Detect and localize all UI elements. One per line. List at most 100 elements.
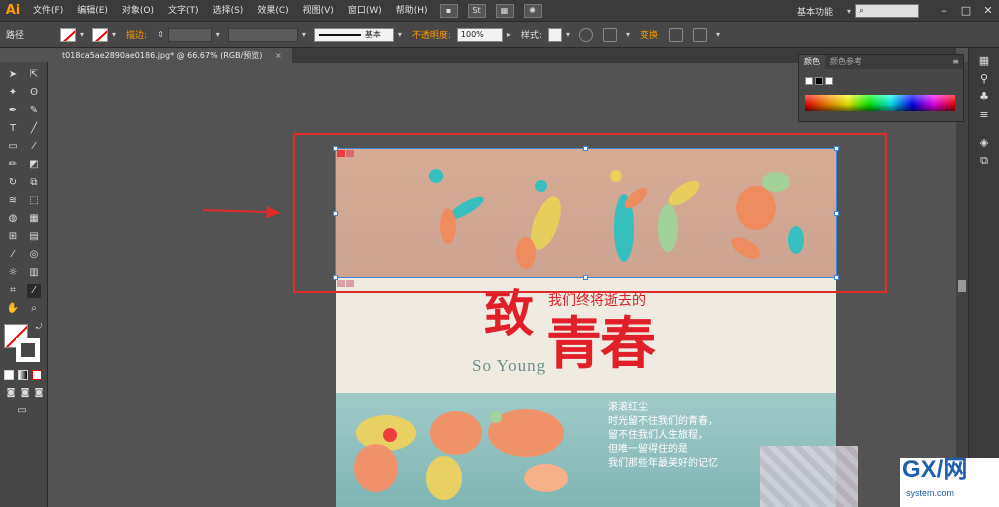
slice-tool-icon[interactable]: ⁄ [27,284,41,298]
column-graph-tool-icon[interactable]: ▥ [27,266,41,280]
chevron-down-icon[interactable]: ▾ [80,30,84,39]
stroke-swatch[interactable] [92,27,109,42]
style-swatch[interactable] [547,27,562,42]
transform-label[interactable]: 变换 [640,28,658,41]
fill-swatch[interactable] [60,27,77,42]
rectangle-tool-icon[interactable]: ▭ [6,140,20,154]
tab-color-guide[interactable]: 颜色参考 [825,55,867,69]
color-spectrum[interactable] [805,95,955,111]
zoom-tool-icon[interactable]: ⌕ [27,302,41,316]
pencil-tool-icon[interactable]: ✏ [6,158,20,172]
stroke-color-box[interactable] [16,338,40,362]
perspective-grid-tool-icon[interactable]: ▦ [27,212,41,226]
width-tool-icon[interactable]: ≋ [6,194,20,208]
rotate-tool-icon[interactable]: ↻ [6,176,20,190]
gpu-performance-icon[interactable]: ✺ [523,3,542,18]
stroke-preview [318,33,361,36]
isolate-icon[interactable] [669,27,683,42]
color-mode-icon[interactable] [4,370,14,380]
eraser-tool-icon[interactable]: ◩ [27,158,41,172]
variable-width-field[interactable] [227,27,298,42]
curvature-tool-icon[interactable]: ✎ [27,104,41,118]
menu-object[interactable]: 对象(O) [115,0,161,22]
document-tab[interactable]: t018ca5ae2890ae0186.jpg* @ 66.67% (RGB/预… [52,48,292,63]
artboard-tool-icon[interactable]: ⌗ [6,284,20,298]
chevron-down-icon[interactable]: ▾ [398,30,402,39]
stroke-label[interactable]: 描边: [126,28,147,41]
hand-tool-icon[interactable]: ✋ [6,302,20,316]
chevron-down-icon[interactable]: ▾ [847,7,851,16]
menu-type[interactable]: 文字(T) [161,0,206,22]
vertical-scrollbar[interactable] [956,62,968,507]
opacity-field[interactable]: 100% [456,27,503,42]
scale-tool-icon[interactable]: ⧉ [27,176,41,190]
stepper-icon[interactable]: ⇕ [157,30,164,39]
minimize-button[interactable]: – [933,0,955,22]
arrange-icon[interactable] [693,27,707,42]
close-button[interactable]: ✕ [977,0,999,22]
chevron-down-icon[interactable]: ▾ [112,30,116,39]
draw-normal-icon[interactable]: ◙ [4,386,18,400]
chevron-right-icon[interactable]: ▸ [507,30,511,39]
none-mode-icon[interactable] [32,370,42,380]
bridge-icon[interactable]: ▪ [439,3,458,18]
align-icon[interactable] [602,27,617,42]
menu-edit[interactable]: 编辑(E) [70,0,115,22]
symbols-panel-icon[interactable]: ♣ [977,90,991,104]
white-swatch[interactable] [825,77,833,85]
chevron-down-icon[interactable]: ▾ [716,30,720,39]
shape-builder-tool-icon[interactable]: ◍ [6,212,20,226]
menu-help[interactable]: 帮助(H) [389,0,435,22]
none-swatch[interactable] [805,77,813,85]
draw-inside-icon[interactable]: ◙ [32,386,46,400]
opacity-label[interactable]: 不透明度: [412,28,451,41]
stroke-weight-field[interactable] [167,27,212,42]
brushes-panel-icon[interactable]: ⚲ [977,72,991,86]
artboards-panel-icon[interactable]: ⧉ [977,154,991,168]
gradient-tool-icon[interactable]: ▤ [27,230,41,244]
pen-tool-icon[interactable]: ✒ [6,104,20,118]
maximize-button[interactable]: □ [955,0,977,22]
screen-mode-icon[interactable]: ▭ [15,404,29,418]
black-swatch[interactable] [815,77,823,85]
scroll-thumb[interactable] [958,280,966,292]
chevron-down-icon[interactable]: ▾ [302,30,306,39]
recolor-artwork-icon[interactable] [578,27,593,42]
arrange-documents-icon[interactable]: ▦ [495,3,514,18]
type-tool-icon[interactable]: T [6,122,20,136]
line-tool-icon[interactable]: ╱ [27,122,41,136]
panel-menu-icon[interactable]: ≡ [952,57,959,66]
stock-icon[interactable]: St [467,3,486,18]
symbol-sprayer-tool-icon[interactable]: ☼ [6,266,20,280]
mesh-tool-icon[interactable]: ⊞ [6,230,20,244]
swap-colors-icon[interactable]: ⤾ [32,320,46,334]
menu-effect[interactable]: 效果(C) [250,0,295,22]
tab-color[interactable]: 颜色 [799,55,825,69]
stroke-panel-icon[interactable]: ≡ [977,108,991,122]
title-area[interactable]: 我们终将逝去的 致 青春 So Young [336,278,836,393]
magic-wand-tool-icon[interactable]: ✦ [6,86,20,100]
blend-tool-icon[interactable]: ◎ [27,248,41,262]
direct-selection-tool-icon[interactable]: ⇱ [27,68,41,82]
menu-window[interactable]: 窗口(W) [341,0,389,22]
menu-view[interactable]: 视图(V) [296,0,341,22]
draw-behind-icon[interactable]: ◙ [18,386,32,400]
selection-tool-icon[interactable]: ➤ [6,68,20,82]
layers-panel-icon[interactable]: ◈ [977,136,991,150]
paintbrush-tool-icon[interactable]: ⁄ [27,140,41,154]
free-transform-tool-icon[interactable]: ⬚ [27,194,41,208]
brush-definition-select[interactable]: 基本 [313,27,394,42]
menu-select[interactable]: 选择(S) [206,0,251,22]
gradient-mode-icon[interactable] [18,370,28,380]
poem-line: 留不住我们人生旅程， [608,430,708,441]
chevron-down-icon[interactable]: ▾ [566,30,570,39]
workspace-switcher[interactable]: 基本功能 [797,5,833,18]
help-search-input[interactable]: ⌕ [855,4,919,18]
color-panel-icon[interactable]: ▦ [977,54,991,68]
eyedropper-tool-icon[interactable]: ⁄ [6,248,20,262]
chevron-down-icon[interactable]: ▾ [626,30,630,39]
menu-file[interactable]: 文件(F) [26,0,70,22]
close-icon[interactable]: × [275,51,282,60]
chevron-down-icon[interactable]: ▾ [216,30,220,39]
lasso-tool-icon[interactable]: ʘ [27,86,41,100]
